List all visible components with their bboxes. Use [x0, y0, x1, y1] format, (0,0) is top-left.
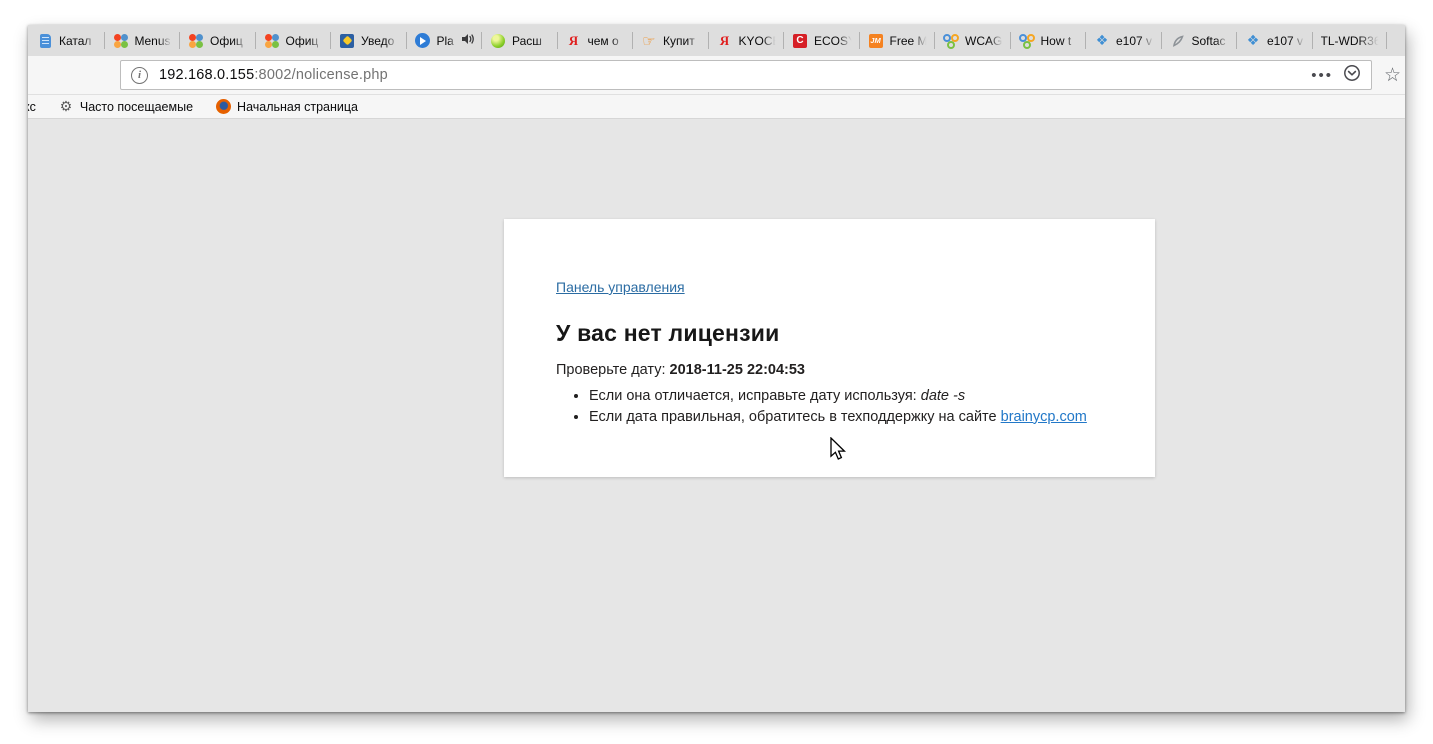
brainycp-link[interactable]: brainycp.com — [1001, 409, 1087, 425]
joomla-icon — [264, 33, 280, 49]
pocket-icon[interactable] — [1343, 64, 1361, 87]
e107-icon: ❖ — [1245, 33, 1261, 49]
tab-pla[interactable]: Pla — [406, 25, 482, 56]
tab-чем-о[interactable]: Ячем о — [557, 25, 633, 56]
browser-window: Катал Menus Офиц Офиц Уведо Pla Расш Ячем о ☞ Куп… — [28, 25, 1405, 712]
tab-label: e107 v — [1267, 34, 1306, 48]
control-panel-link[interactable]: Панель управления — [556, 279, 685, 295]
navigation-toolbar: i 192.168.0.155:8002/nolicense.php ••• ☆ — [28, 56, 1405, 95]
page-content: Панель управления У вас нет лицензии Про… — [28, 119, 1405, 711]
tab-how-t[interactable]: How t — [1010, 25, 1086, 56]
date-command: date -s — [921, 388, 965, 404]
bookmarks-toolbar: кс ⚙ Часто посещаемые Начальная страница — [28, 95, 1405, 119]
ecosys-icon: C — [792, 33, 808, 49]
firefox-icon — [215, 99, 231, 115]
bookmark-star-icon[interactable]: ☆ — [1384, 66, 1401, 85]
tab-bar: Катал Menus Офиц Офиц Уведо Pla Расш Ячем о ☞ Куп… — [28, 25, 1405, 56]
bookmark-item[interactable]: кс — [28, 100, 36, 114]
tab-free-m[interactable]: JM Free M — [859, 25, 935, 56]
tab-купит[interactable]: ☞ Купит — [632, 25, 708, 56]
tab-label: чем о — [588, 34, 627, 48]
tab-label: ECOSY — [814, 34, 853, 48]
tab-e107-v[interactable]: ❖ e107 v — [1085, 25, 1161, 56]
bookmark-label: Начальная страница — [237, 100, 358, 114]
tab-офиц[interactable]: Офиц — [255, 25, 331, 56]
tab-label: Free M — [890, 34, 929, 48]
tab-label: Уведо — [361, 34, 400, 48]
green-ball-icon — [490, 33, 506, 49]
bookmark-label: кс — [28, 100, 36, 114]
tab-label: Офиц — [210, 34, 249, 48]
gear-icon: ⚙ — [58, 99, 74, 115]
tab-kyoce[interactable]: Я KYOCE — [708, 25, 784, 56]
emblem-icon — [339, 33, 355, 49]
tab-menus[interactable]: Menus — [104, 25, 180, 56]
bookmark-item[interactable]: ⚙ Часто посещаемые — [58, 99, 193, 115]
tab-label: TL-WDR36 — [1321, 34, 1382, 48]
tab-label: KYOCE — [739, 34, 778, 48]
softaculous-icon — [1170, 33, 1186, 49]
tab-уведо[interactable]: Уведо — [330, 25, 406, 56]
tab-label: Расш — [512, 34, 551, 48]
document-icon — [37, 33, 53, 49]
hand-pointer-icon: ☞ — [641, 33, 657, 49]
date-value: 2018-11-25 22:04:53 — [670, 362, 805, 378]
tab-label: e107 v — [1116, 34, 1155, 48]
site-info-icon[interactable]: i — [131, 67, 148, 84]
yandex-icon: Я — [717, 33, 733, 49]
url-text[interactable]: 192.168.0.155:8002/nolicense.php — [159, 67, 388, 83]
instructions-list: Если она отличается, исправьте дату испо… — [556, 388, 1103, 426]
tab-audio-icon[interactable] — [463, 32, 475, 50]
tab-e107-v[interactable]: ❖ e107 v — [1236, 25, 1312, 56]
three-circles-icon — [1019, 33, 1035, 49]
tab-label: Pla — [437, 34, 458, 48]
list-item: Если дата правильная, обратитесь в техпо… — [589, 409, 1103, 427]
url-bar[interactable]: i 192.168.0.155:8002/nolicense.php ••• — [120, 60, 1372, 90]
bookmark-item[interactable]: Начальная страница — [215, 99, 358, 115]
tab-label: Softac — [1192, 34, 1231, 48]
tab-расш[interactable]: Расш — [481, 25, 557, 56]
tab-wcag[interactable]: WCAG — [934, 25, 1010, 56]
page-title: У вас нет лицензии — [556, 320, 1103, 347]
yandex-icon: Я — [566, 33, 582, 49]
tab-label: WCAG — [965, 34, 1004, 48]
tab-label: Menus — [135, 34, 174, 48]
page-actions-icon[interactable]: ••• — [1301, 67, 1343, 84]
tab-label: Катал — [59, 34, 98, 48]
e107-icon: ❖ — [1094, 33, 1110, 49]
bookmark-label: Часто посещаемые — [80, 100, 193, 114]
tab-ecosy[interactable]: C ECOSY — [783, 25, 859, 56]
joomla-icon — [188, 33, 204, 49]
list-item: Если она отличается, исправьте дату испо… — [589, 388, 1103, 406]
tab-катал[interactable]: Катал — [28, 25, 104, 56]
tab-label: Офиц — [286, 34, 325, 48]
tab-tl-wdr36[interactable]: TL-WDR36 — [1312, 25, 1388, 56]
tab-офиц[interactable]: Офиц — [179, 25, 255, 56]
check-date-line: Проверьте дату: 2018-11-25 22:04:53 — [556, 362, 1103, 378]
tab-label: How t — [1041, 34, 1080, 48]
three-circles-icon — [943, 33, 959, 49]
joomla-monster-icon: JM — [868, 33, 884, 49]
tab-softac[interactable]: Softac — [1161, 25, 1237, 56]
tab-label: Купит — [663, 34, 702, 48]
joomla-icon — [113, 33, 129, 49]
license-error-card: Панель управления У вас нет лицензии Про… — [504, 219, 1155, 477]
play-icon — [415, 33, 431, 49]
